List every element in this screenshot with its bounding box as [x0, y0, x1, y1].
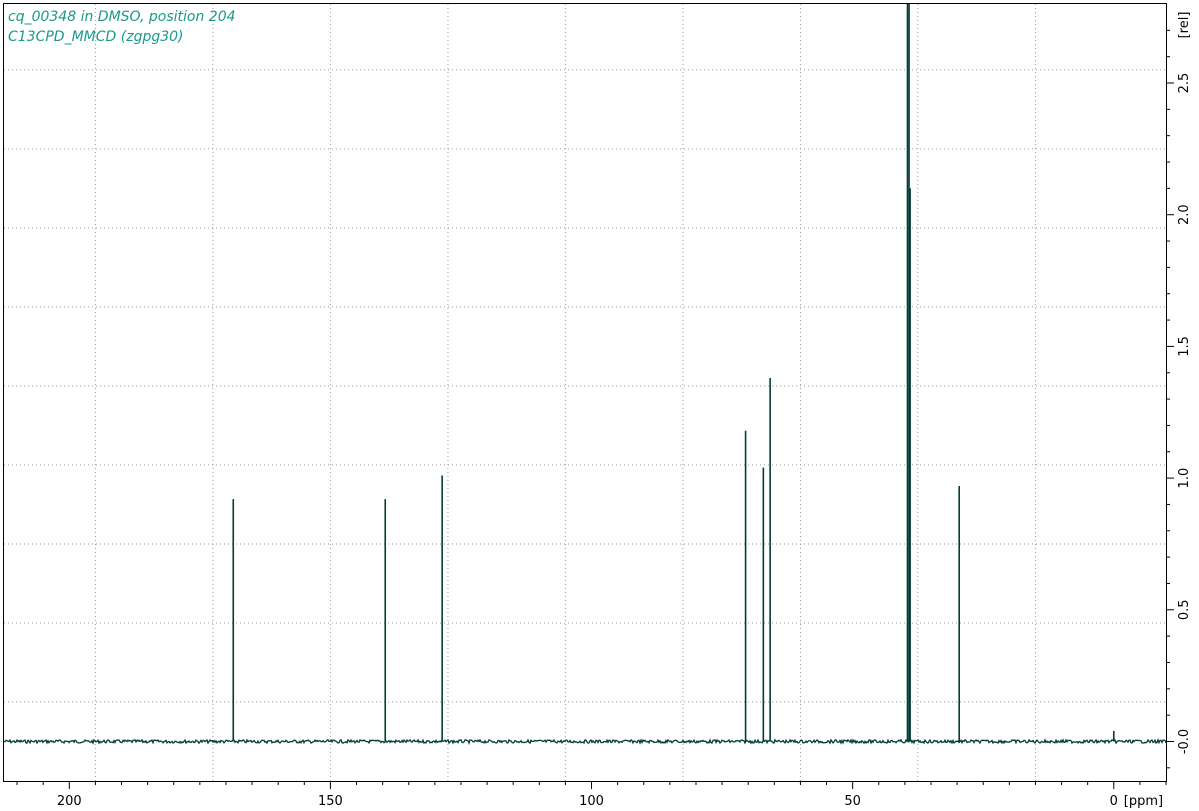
plot-frame [3, 3, 1167, 782]
spectrum-layer [3, 4, 1167, 745]
x-axis: 200 150 100 50 0 [ppm] [16, 781, 1167, 809]
y-tick-label: 2.5 [1177, 73, 1192, 94]
y-tick-label: 1.5 [1177, 336, 1192, 357]
x-tick-label: 200 [57, 794, 82, 809]
y-tick-label: 0.5 [1177, 599, 1192, 620]
x-tick-label: 100 [579, 794, 604, 809]
title-line-1: cq_00348 in DMSO, position 204 [8, 9, 236, 25]
y-tick-label: 2.0 [1177, 204, 1192, 225]
y-tick-label: 1.0 [1177, 468, 1192, 489]
y-tick-label: -0.0 [1177, 729, 1192, 754]
nmr-spectrum-chart: 200 150 100 50 0 [ppm] -0.0 0.5 1.0 1.5 2.0 2.5 cq… [3, 3, 1192, 809]
x-tick-label: 50 [844, 794, 861, 809]
x-tick-label: 0 [1110, 794, 1118, 809]
x-tick-label: 150 [318, 794, 343, 809]
spectrum-baseline [3, 738, 1167, 745]
x-axis-unit-label: [ppm] [1124, 794, 1163, 809]
grid-layer [4, 4, 1166, 781]
y-axis-unit-label: [rel] [1177, 12, 1192, 39]
title-line-2: C13CPD_MMCD (zgpg30) [8, 29, 184, 45]
y-axis: -0.0 0.5 1.0 1.5 2.0 2.5 [1166, 29, 1192, 769]
